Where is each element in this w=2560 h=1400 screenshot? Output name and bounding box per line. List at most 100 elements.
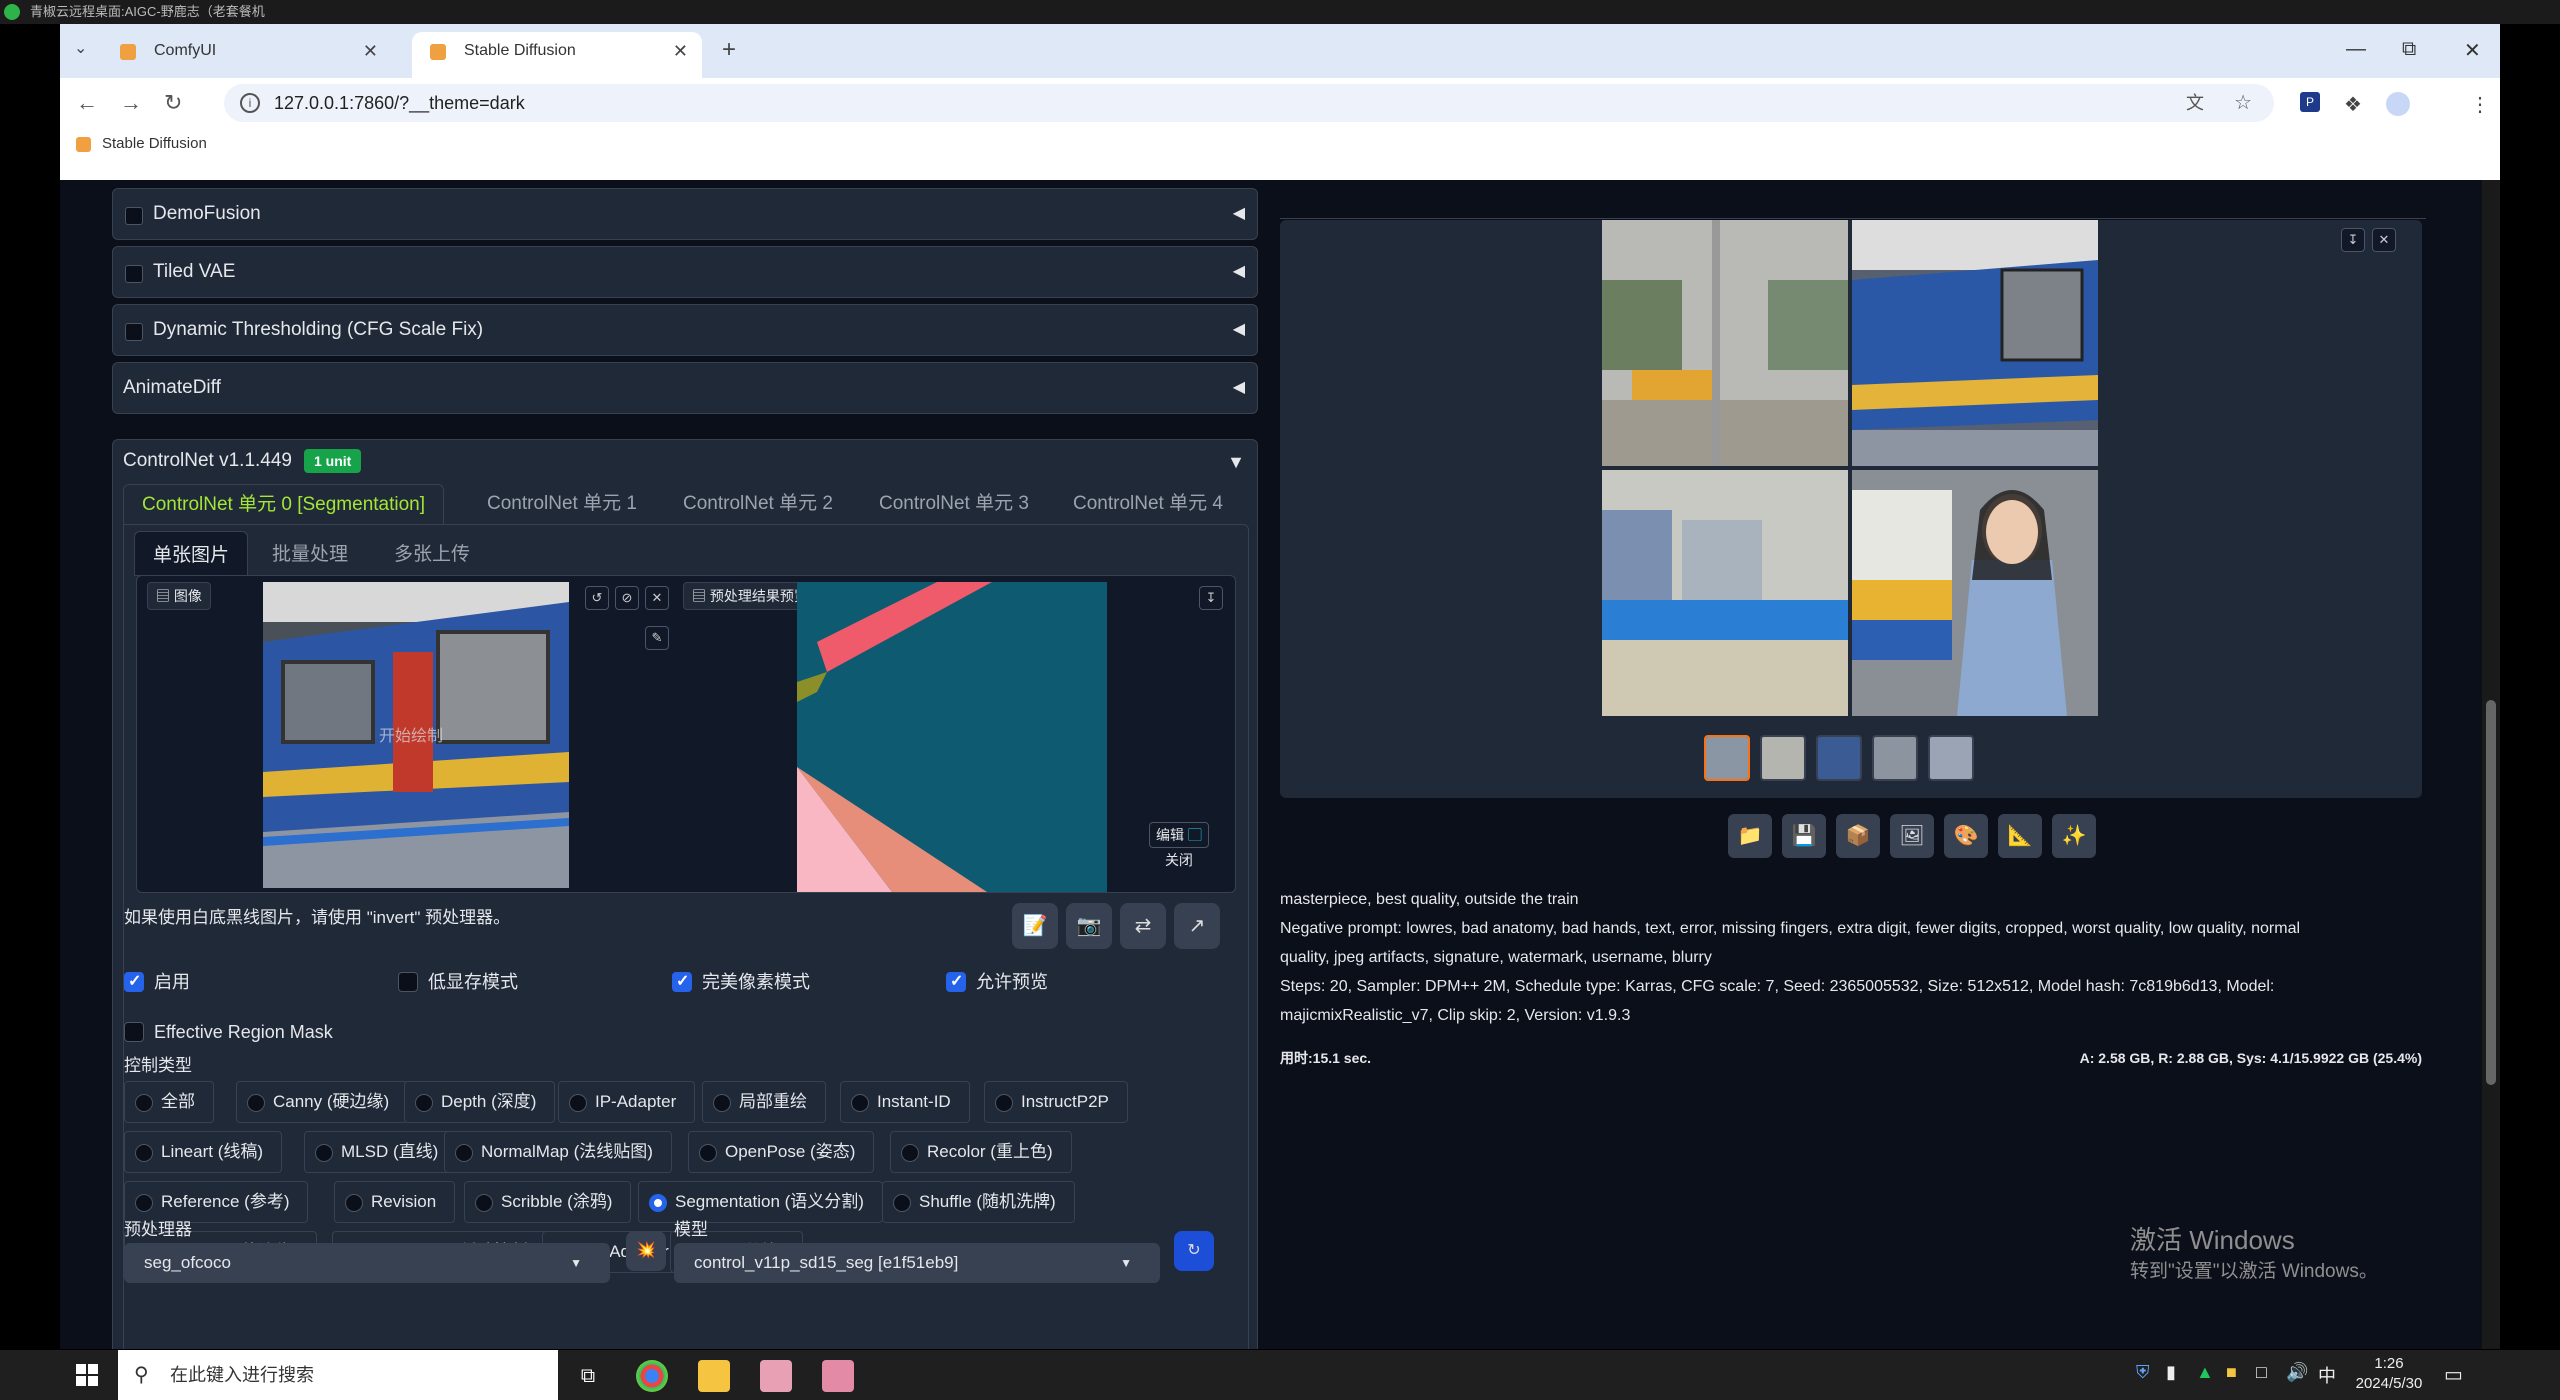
clock[interactable]: 1:26 2024/5/30: [2354, 1354, 2424, 1394]
clear-icon[interactable]: ✕: [645, 586, 669, 610]
tab-unit-1[interactable]: ControlNet 单元 1: [487, 484, 637, 524]
translate-icon[interactable]: 文: [2186, 84, 2204, 122]
edit-button[interactable]: 编辑 ▢: [1149, 822, 1209, 848]
ime-indicator[interactable]: 中: [2318, 1362, 2336, 1388]
notification-icon[interactable]: ▭: [2444, 1362, 2463, 1387]
profile-icon[interactable]: [2386, 92, 2410, 116]
taskbar-search[interactable]: ⚲ 在此键入进行搜索: [118, 1350, 558, 1400]
control-type-option[interactable]: Revision: [334, 1181, 456, 1223]
task-view-icon[interactable]: ⧉: [572, 1360, 604, 1392]
control-type-option[interactable]: Instant-ID: [840, 1081, 970, 1123]
close-icon[interactable]: ✕: [363, 32, 378, 70]
minimize-icon[interactable]: —: [2346, 38, 2366, 61]
thumbnail-5[interactable]: [1928, 735, 1974, 781]
tab-batch[interactable]: 批量处理: [272, 539, 348, 566]
thumbnail-1[interactable]: [1704, 735, 1750, 781]
thumbnail-2[interactable]: [1760, 735, 1806, 781]
brush-icon[interactable]: ✎: [645, 626, 669, 650]
tab-unit-4[interactable]: ControlNet 单元 4: [1073, 484, 1223, 524]
control-type-option[interactable]: Shuffle (随机洗牌): [882, 1181, 1075, 1223]
close-preview-button[interactable]: 关闭: [1149, 848, 1209, 872]
send-to-img2img-icon[interactable]: 🖼: [1890, 814, 1934, 858]
refresh-models-icon[interactable]: ↻: [1174, 1231, 1214, 1271]
defender-icon[interactable]: ⛨: [2136, 1362, 2150, 1383]
control-type-option[interactable]: 全部: [124, 1081, 214, 1123]
checkbox-box[interactable]: [124, 971, 144, 993]
download-icon[interactable]: ↧: [2341, 228, 2365, 252]
accordion-demofusion[interactable]: DemoFusion ◀: [112, 188, 1258, 240]
send-to-extras-icon[interactable]: 📐: [1998, 814, 2042, 858]
close-icon[interactable]: ✕: [2372, 228, 2396, 252]
usb-icon[interactable]: ▮: [2166, 1362, 2176, 1383]
download-icon[interactable]: ↧: [1199, 586, 1223, 610]
upscale-icon[interactable]: ✨: [2052, 814, 2096, 858]
scroll-thumb[interactable]: [2486, 700, 2496, 1085]
close-window-icon[interactable]: ✕: [2464, 38, 2481, 63]
network-icon[interactable]: □: [2256, 1362, 2267, 1383]
swap-icon[interactable]: ⇄: [1120, 903, 1166, 949]
controlnet-header[interactable]: ControlNet v1.1.449 1 unit: [123, 446, 362, 476]
send-to-inpaint-icon[interactable]: 🎨: [1944, 814, 1988, 858]
open-folder-icon[interactable]: 📁: [1728, 814, 1772, 858]
checkbox[interactable]: [125, 265, 143, 283]
accordion-tiled-vae[interactable]: Tiled VAE ◀: [112, 246, 1258, 298]
output-image-2[interactable]: [1852, 220, 2098, 466]
tray-folder-icon[interactable]: ■: [2226, 1362, 2237, 1383]
send-icon[interactable]: ↗: [1174, 903, 1220, 949]
new-tab-icon[interactable]: +: [722, 36, 736, 64]
region-mask-checkbox[interactable]: Effective Region Mask: [124, 1021, 333, 1043]
checkbox[interactable]: [125, 207, 143, 225]
tab-comfyui[interactable]: ComfyUI ✕: [102, 32, 392, 78]
output-image-3[interactable]: [1602, 470, 1848, 716]
forward-icon[interactable]: →: [120, 90, 142, 116]
preprocessor-dropdown[interactable]: seg_ofcoco ▼: [124, 1243, 610, 1283]
tab-unit-3[interactable]: ControlNet 单元 3: [879, 484, 1029, 524]
extension-icon[interactable]: P: [2300, 92, 2320, 112]
model-dropdown[interactable]: control_v11p_sd15_seg [e1f51eb9] ▼: [674, 1243, 1160, 1283]
bookmark-stable-diffusion[interactable]: Stable Diffusion: [76, 128, 207, 160]
checkbox-box[interactable]: [946, 971, 966, 993]
nvidia-icon[interactable]: ▲: [2196, 1362, 2214, 1383]
site-info-icon[interactable]: i: [240, 93, 260, 113]
back-icon[interactable]: ←: [76, 90, 98, 116]
page-scrollbar[interactable]: [2482, 180, 2500, 1349]
control-type-option[interactable]: 局部重绘: [702, 1081, 826, 1123]
enable-checkbox[interactable]: 启用: [124, 971, 190, 993]
windows-start-icon[interactable]: [76, 1364, 98, 1386]
checkbox-box[interactable]: [398, 972, 418, 992]
control-type-option[interactable]: MLSD (直线): [304, 1131, 458, 1173]
tab-search-icon[interactable]: ⌄: [74, 38, 87, 58]
accordion-dynamic-thresholding[interactable]: Dynamic Thresholding (CFG Scale Fix) ◀: [112, 304, 1258, 356]
checkbox-box[interactable]: [124, 1022, 144, 1042]
close-icon[interactable]: ✕: [673, 32, 688, 70]
control-type-option[interactable]: Lineart (线稿): [124, 1131, 283, 1173]
thumbnail-3[interactable]: [1816, 735, 1862, 781]
chrome-icon[interactable]: [636, 1360, 668, 1392]
file-explorer-icon[interactable]: [698, 1360, 730, 1392]
bookmark-star-icon[interactable]: ☆: [2234, 84, 2252, 122]
output-image-1[interactable]: [1602, 220, 1848, 466]
input-image[interactable]: 开始绘制: [263, 582, 569, 888]
address-bar[interactable]: i 127.0.0.1:7860/?__theme=dark 文 ☆: [224, 84, 2274, 122]
app-icon-1[interactable]: [760, 1360, 792, 1392]
control-type-option[interactable]: Canny (硬边缘): [236, 1081, 409, 1123]
note-icon[interactable]: 📝: [1012, 903, 1058, 949]
tab-stable-diffusion[interactable]: Stable Diffusion ✕: [412, 32, 702, 78]
run-preprocessor-icon[interactable]: 💥: [626, 1231, 666, 1271]
control-type-option[interactable]: NormalMap (法线贴图): [444, 1131, 672, 1173]
reload-icon[interactable]: ↻: [164, 90, 182, 116]
tab-unit-0[interactable]: ControlNet 单元 0 [Segmentation]: [123, 484, 445, 524]
restore-icon[interactable]: ⧉: [2402, 38, 2416, 61]
output-image-4[interactable]: [1852, 470, 2098, 716]
undo-icon[interactable]: ↺: [585, 586, 609, 610]
extensions-puzzle-icon[interactable]: ❖: [2344, 92, 2362, 117]
thumbnail-4[interactable]: [1872, 735, 1918, 781]
app-icon-2[interactable]: [822, 1360, 854, 1392]
menu-icon[interactable]: ⋮: [2470, 92, 2490, 117]
save-icon[interactable]: 💾: [1782, 814, 1826, 858]
control-type-option[interactable]: InstructP2P: [984, 1081, 1128, 1123]
control-type-option[interactable]: Recolor (重上色): [890, 1131, 1072, 1173]
pixel-perfect-checkbox[interactable]: 完美像素模式: [672, 971, 810, 993]
zip-icon[interactable]: 📦: [1836, 814, 1880, 858]
erase-icon[interactable]: ⊘: [615, 586, 639, 610]
